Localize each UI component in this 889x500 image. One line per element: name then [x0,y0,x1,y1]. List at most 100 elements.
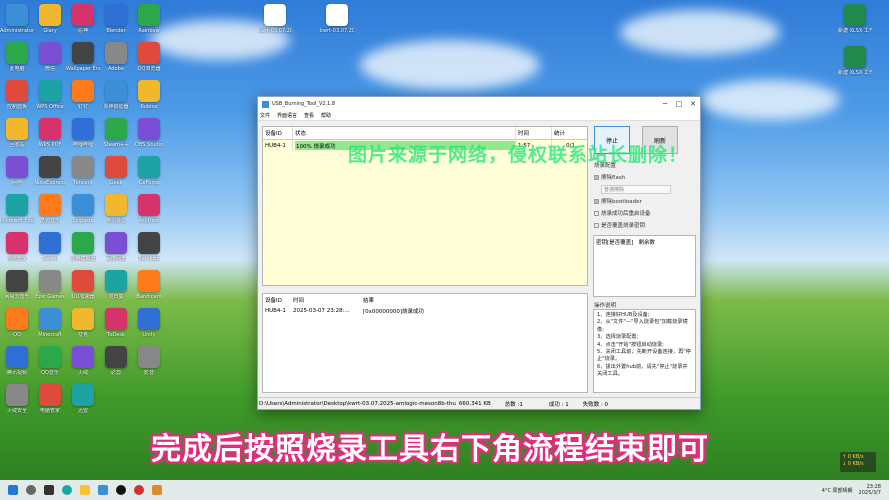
app-icon [105,308,127,330]
log-col-id[interactable]: 设备ID [263,296,291,304]
desktop-shortcut[interactable]: Minecraft [33,308,67,338]
maximize-button[interactable]: □ [672,100,686,108]
col-status[interactable]: 状态 [293,127,516,139]
desktop-shortcut[interactable]: NoteExpress [33,156,67,186]
log-col-time[interactable]: 时间 [291,296,361,304]
desktop-shortcut[interactable]: Snipaste [66,194,100,224]
desktop-shortcut[interactable]: AnyDesk [132,194,166,224]
weather-text[interactable]: 4°C 局部晴朗 [822,487,853,494]
desktop-shortcut[interactable]: Wallpaper Engine [66,42,100,72]
qq-icon[interactable] [116,485,126,495]
desktop-shortcut[interactable]: 迅雷 [66,384,100,414]
desktop-shortcut[interactable]: 网络 [0,156,34,186]
reboot-after-checkbox[interactable]: 烧录成功后重启设备 [594,207,698,219]
task-view-icon[interactable] [44,485,54,495]
fail-count: 失败数 : 0 [582,401,609,408]
app-icon [72,346,94,368]
desktop-shortcut[interactable]: WPS PDF [33,118,67,148]
desktop-shortcut[interactable]: 影音 [132,346,166,376]
menu-view[interactable]: 查看 [304,112,314,119]
desktop-shortcut[interactable]: QQ音乐 [33,346,67,376]
step-item: 5、关闭工具前，先断开设备连接，再"停止"烧录。 [597,349,691,363]
desktop-shortcut[interactable]: 原神启动器 [99,80,133,110]
desktop-shortcut[interactable]: 微信 [33,42,67,72]
erase-bootloader-checkbox[interactable]: 擦除bootloader [594,195,698,207]
desktop-shortcut[interactable]: 必剪 [99,346,133,376]
desktop-shortcut[interactable]: Glary [33,4,67,34]
col-device-id[interactable]: 设备ID [263,127,293,139]
app-icon[interactable] [152,485,162,495]
desktop-shortcut[interactable]: Bandicam [132,270,166,300]
desktop-shortcut[interactable]: 哔哩哔哩 [66,118,100,148]
erase-flash-checkbox[interactable]: 擦除flash [594,171,698,183]
erase-mode-select[interactable]: 普通擦除 [601,184,671,194]
desktop-shortcut[interactable]: 酷狗音乐 [33,194,67,224]
desktop-file[interactable]: kwrt-03.07.2025 [258,4,292,34]
desktop-shortcut[interactable]: Geek [99,156,133,186]
title-bar[interactable]: USB_Burning_Tool_V2.1.8 ─ □ ✕ [258,97,700,111]
shortcut-label: 向日葵 [108,294,124,300]
desktop-shortcut[interactable]: Adobe [99,42,133,72]
windows-start-icon[interactable] [8,485,18,495]
col-time[interactable]: 时间 [516,127,552,139]
search-icon[interactable] [26,485,36,495]
desktop-shortcut[interactable]: OBS Studio [132,118,166,148]
desktop-shortcut[interactable]: Rainbow [132,4,166,34]
steps-title: 操作说明 [594,303,617,309]
desktop-shortcut[interactable]: Microsoft Edge [0,194,34,224]
desktop-shortcut[interactable]: Steam [33,232,67,262]
desktop-file[interactable]: 新建 XLSX 工作表 [838,4,872,34]
menu-language[interactable]: 界面语言 [277,112,297,119]
edge-icon[interactable] [62,485,72,495]
desktop-shortcut[interactable]: 原神 [66,4,100,34]
clock[interactable]: 23:28 2025/3/7 [859,484,881,496]
menu-file[interactable]: 文件 [260,112,270,119]
log-col-result[interactable]: 结果 [361,296,587,304]
app-icon[interactable] [134,485,144,495]
desktop-shortcut[interactable]: 向日葵 [99,270,133,300]
desktop-shortcut[interactable]: Roblox [132,80,166,110]
overwrite-key-checkbox[interactable]: 是否覆盖烧录密钥 [594,219,698,231]
app-icon[interactable] [98,485,108,495]
desktop-shortcut[interactable]: Epic Games [33,270,67,300]
close-button[interactable]: ✕ [686,100,700,108]
app-icon [105,270,127,292]
desktop-shortcut[interactable]: 控制面板 [0,80,34,110]
burn-config: 烧录配置 擦除flash 普通擦除 擦除bootloader 烧录成功后重启设备… [594,159,698,231]
menu-help[interactable]: 帮助 [321,112,331,119]
desktop-shortcut[interactable]: 腾讯会议 [99,194,133,224]
desktop-shortcut[interactable]: 夸克 [66,308,100,338]
desktop-shortcut[interactable]: Unity [132,308,166,338]
desktop-shortcut[interactable]: 火绒 [66,346,100,376]
desktop-shortcut[interactable]: WPS Office [33,80,67,110]
desktop-shortcut[interactable]: Steam++ [99,118,133,148]
desktop-shortcut[interactable]: UU加速器 [66,270,100,300]
desktop-shortcut[interactable]: Tencent [66,156,100,186]
app-icon [105,156,127,178]
log-row[interactable]: HUB4-1 2025-03-07 23:28:... [0x00000000]… [263,305,587,316]
shortcut-label: 回收站 [9,142,25,148]
desktop-shortcut[interactable]: Administrator [0,4,34,34]
desktop-shortcut[interactable]: 网易云音乐 [0,270,34,300]
desktop-shortcut[interactable]: QQ [0,308,34,338]
minimize-button[interactable]: ─ [658,100,672,108]
desktop-shortcut[interactable]: 雷电模拟器 [66,232,100,262]
file-explorer-icon[interactable] [80,485,90,495]
desktop-shortcut[interactable]: 腾讯视频 [0,346,34,376]
shortcut-label: QQ [13,332,21,338]
desktop-shortcut[interactable]: 电脑管家 [0,232,34,262]
desktop-file[interactable]: kwrt-03.07.2025 [320,4,354,34]
desktop-shortcut[interactable]: 钉钉 [66,80,100,110]
desktop-shortcut[interactable]: 电脑管家 [33,384,67,414]
desktop-shortcut[interactable]: 百度网盘 [99,232,133,262]
desktop-shortcut[interactable]: Blender [99,4,133,34]
desktop-shortcut[interactable]: QQ浏览器 [132,42,166,72]
desktop-shortcut[interactable]: ToDesk [99,308,133,338]
desktop-shortcut[interactable]: Bandizip [132,232,166,262]
desktop-shortcut[interactable]: 此电脑 [0,42,34,72]
desktop-shortcut[interactable]: GeForce [132,156,166,186]
desktop-shortcut[interactable]: 火绒安全 [0,384,34,414]
desktop-shortcut[interactable]: 回收站 [0,118,34,148]
desktop-file[interactable]: 新建 XLSX 工作表 [838,46,872,76]
col-count[interactable]: 统计 [552,127,587,139]
